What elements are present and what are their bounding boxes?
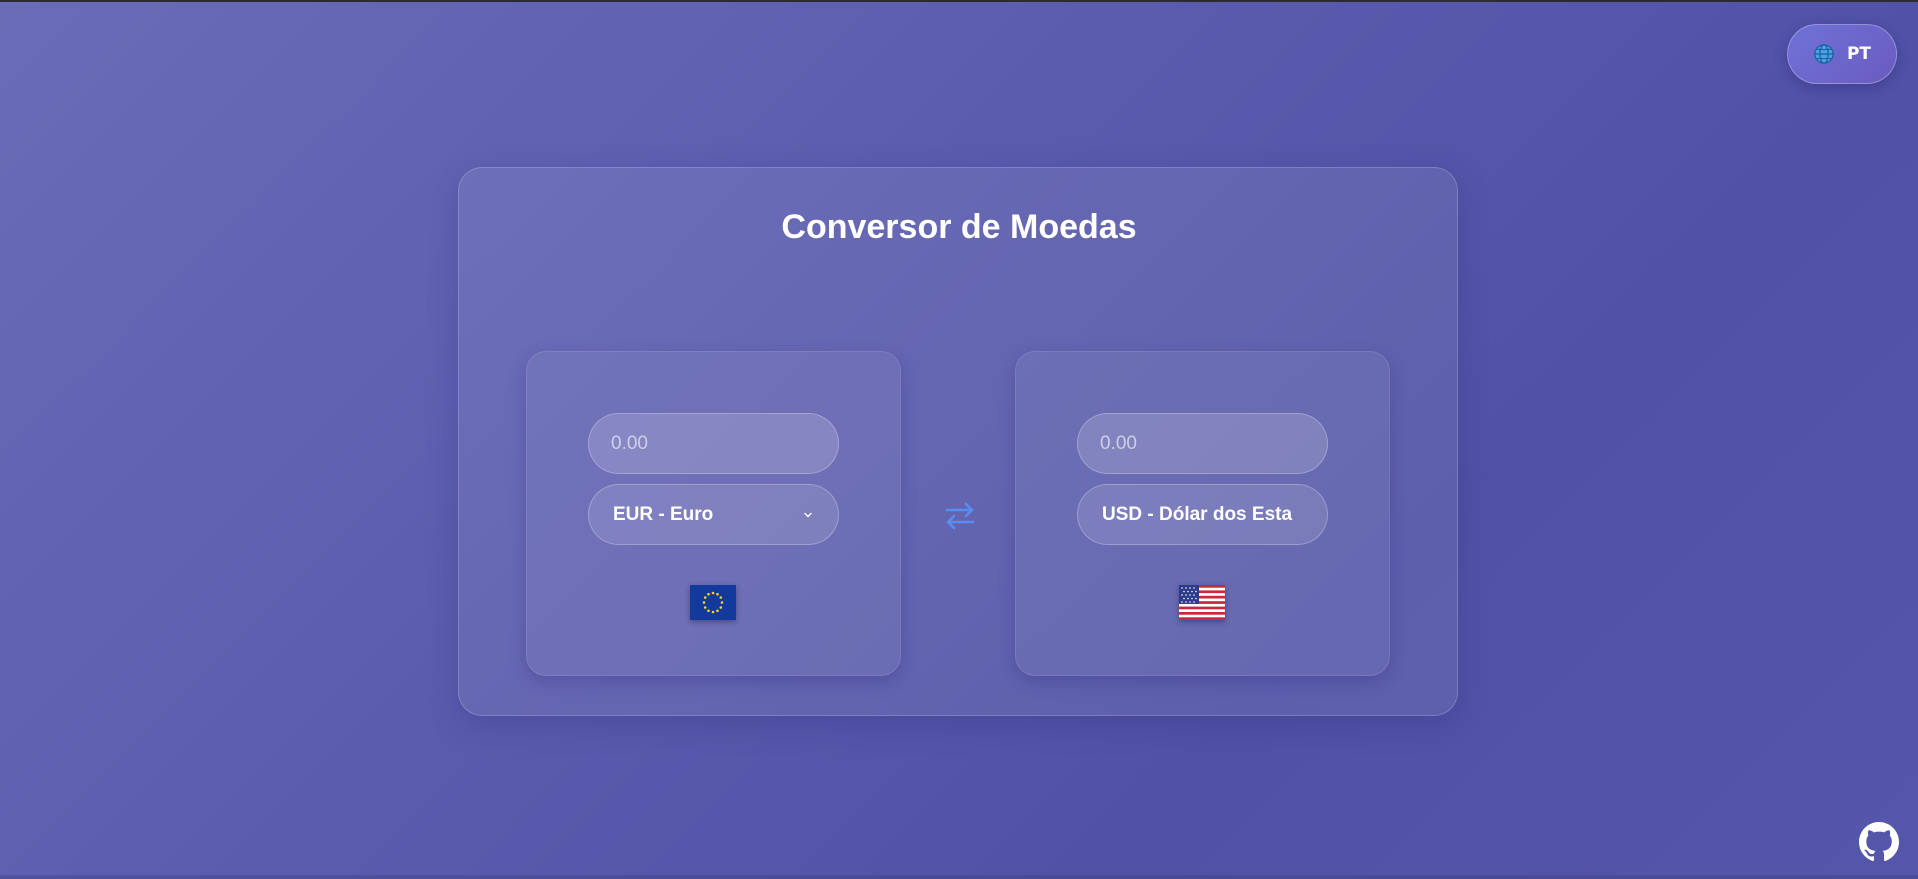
converter-card: Conversor de Moedas EUR - Euro	[458, 167, 1458, 716]
eu-flag-icon	[690, 585, 736, 620]
window-top-border	[0, 0, 1918, 2]
from-currency-value: EUR - Euro	[613, 503, 714, 525]
from-currency-select[interactable]: EUR - Euro	[588, 484, 839, 545]
to-amount-input[interactable]	[1077, 413, 1328, 474]
to-currency-panel: USD - Dólar dos Esta	[1015, 351, 1390, 676]
to-currency-value: USD - Dólar dos Esta	[1102, 503, 1293, 525]
from-currency-panel: EUR - Euro	[526, 351, 901, 676]
us-flag-icon	[1179, 585, 1225, 620]
language-toggle-button[interactable]: PT	[1787, 24, 1897, 84]
to-currency-select[interactable]: USD - Dólar dos Esta	[1077, 484, 1328, 545]
from-amount-input[interactable]	[588, 413, 839, 474]
github-icon[interactable]	[1859, 822, 1899, 862]
swap-arrows-icon[interactable]	[942, 498, 978, 534]
chevron-down-icon	[804, 512, 812, 517]
language-label: PT	[1846, 44, 1872, 64]
window-bottom-border	[0, 875, 1918, 879]
page-title: Conversor de Moedas	[781, 208, 1137, 246]
globe-icon	[1814, 44, 1834, 64]
